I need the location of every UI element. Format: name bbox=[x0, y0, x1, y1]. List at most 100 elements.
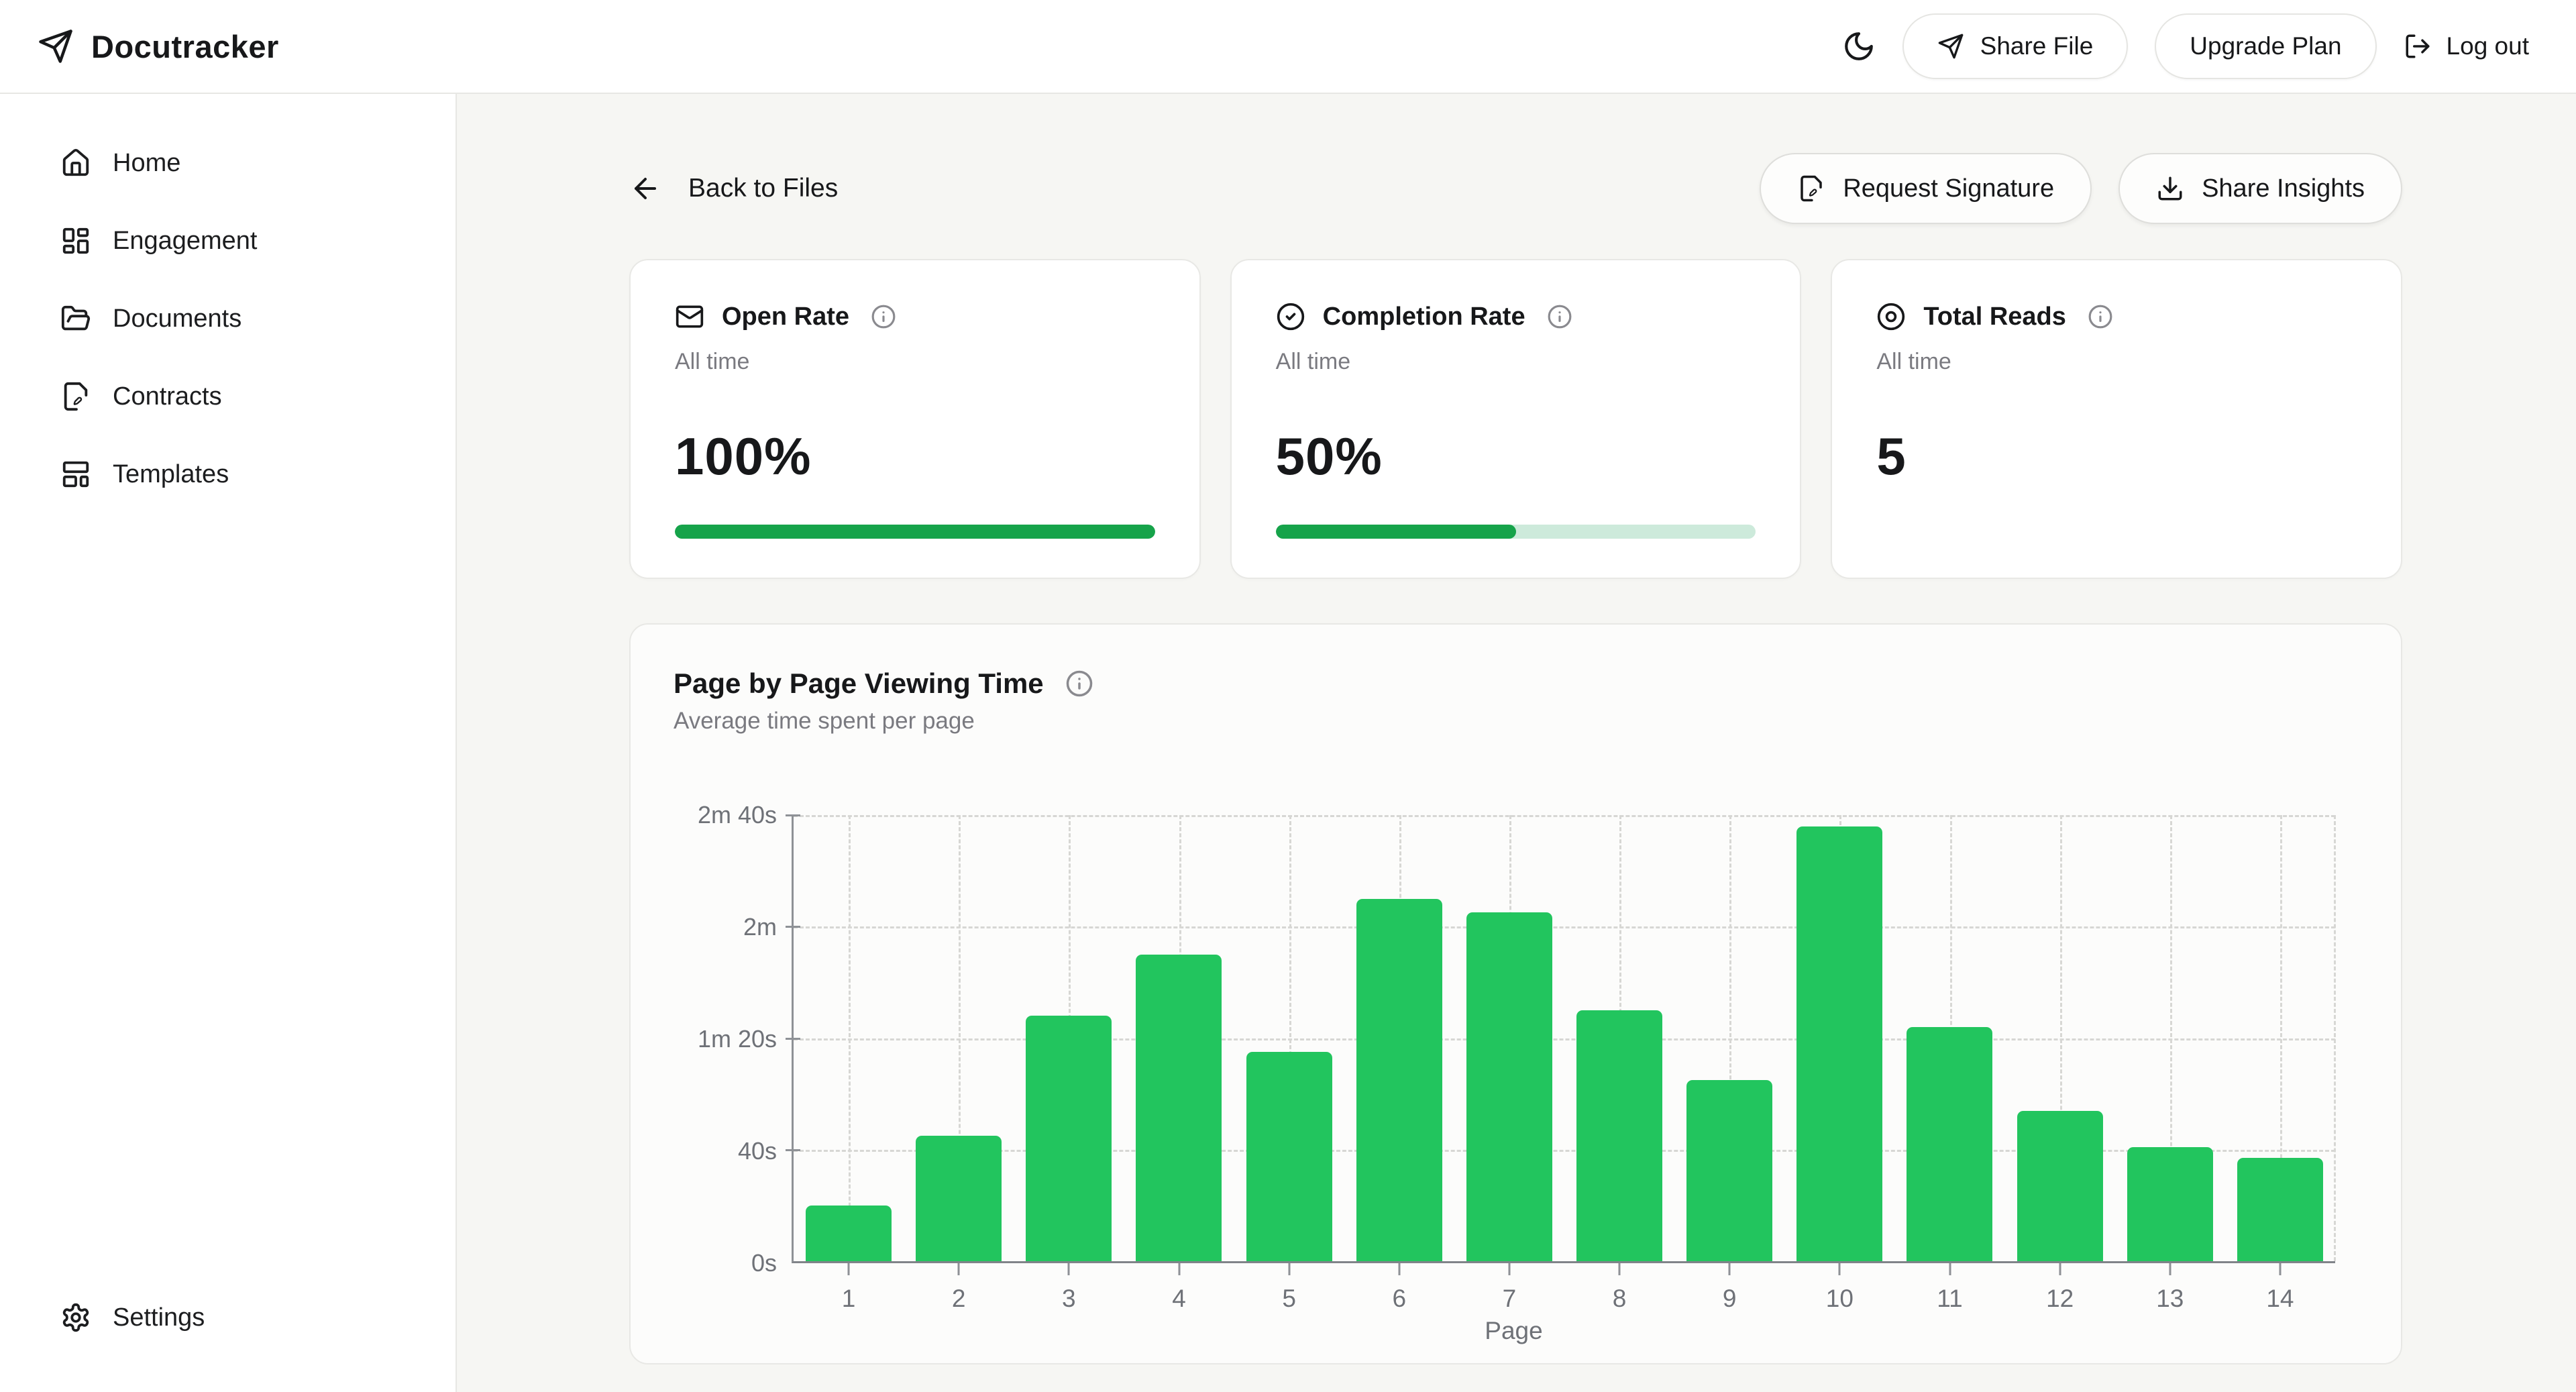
dashboard-icon bbox=[60, 225, 91, 256]
bar-page-10[interactable] bbox=[1796, 826, 1882, 1261]
sidebar-item-home[interactable]: Home bbox=[60, 148, 455, 178]
request-signature-label: Request Signature bbox=[1843, 174, 2054, 203]
x-tick-label: 1 bbox=[842, 1285, 856, 1313]
bar-page-11[interactable] bbox=[1907, 1027, 1992, 1261]
x-tick-label: 12 bbox=[2046, 1285, 2074, 1313]
share-file-button[interactable]: Share File bbox=[1902, 13, 2129, 79]
bar-slot bbox=[1564, 815, 1674, 1261]
upgrade-plan-button[interactable]: Upgrade Plan bbox=[2155, 13, 2376, 79]
sidebar-item-contracts[interactable]: Contracts bbox=[60, 381, 455, 412]
sidebar-item-settings[interactable]: Settings bbox=[60, 1302, 455, 1333]
app-logo[interactable]: Docutracker bbox=[0, 28, 457, 65]
stat-card-total-reads: Total Reads All time 5 bbox=[1831, 259, 2402, 579]
x-axis-tick bbox=[1288, 1263, 1290, 1275]
share-file-label: Share File bbox=[1980, 32, 2094, 60]
x-tick-label: 5 bbox=[1282, 1285, 1296, 1313]
home-icon bbox=[60, 148, 91, 178]
sidebar-item-label: Documents bbox=[113, 305, 241, 333]
info-icon[interactable] bbox=[1547, 304, 1572, 329]
send-icon bbox=[1937, 33, 1964, 60]
stat-period: All time bbox=[675, 349, 1155, 375]
bar-slot bbox=[1784, 815, 1894, 1261]
mail-icon bbox=[675, 302, 704, 331]
paper-plane-icon bbox=[38, 28, 74, 64]
sidebar: Home Engagement Documents Contracts Temp… bbox=[0, 94, 457, 1392]
file-pen-icon bbox=[60, 381, 91, 412]
folder-open-icon bbox=[60, 303, 91, 334]
x-axis-tick bbox=[2059, 1263, 2061, 1275]
logout-icon bbox=[2404, 32, 2432, 60]
x-axis-tick bbox=[1068, 1263, 1070, 1275]
sidebar-item-label: Engagement bbox=[113, 227, 258, 256]
bar-page-2[interactable] bbox=[916, 1136, 1002, 1261]
logout-label: Log out bbox=[2447, 32, 2529, 60]
x-axis-tick bbox=[2169, 1263, 2171, 1275]
file-pen-icon bbox=[1797, 174, 1825, 203]
x-axis-tick bbox=[1508, 1263, 1510, 1275]
bar-page-4[interactable] bbox=[1136, 955, 1222, 1261]
x-tick-label: 11 bbox=[1937, 1285, 1962, 1313]
stat-title: Completion Rate bbox=[1323, 303, 1525, 331]
sidebar-item-label: Settings bbox=[113, 1303, 205, 1332]
circle-check-icon bbox=[1276, 302, 1305, 331]
chart-bars bbox=[794, 815, 2335, 1261]
bar-page-9[interactable] bbox=[1686, 1080, 1772, 1261]
y-tick-label: 1m 20s bbox=[698, 1025, 777, 1053]
stat-card-open-rate: Open Rate All time 100% bbox=[629, 259, 1201, 579]
chart-plot-wrap: 0s40s1m 20s2m2m 40s 1234567891011121314 bbox=[674, 815, 2354, 1263]
back-to-files-link[interactable]: Back to Files bbox=[629, 172, 838, 205]
x-tick-label: 7 bbox=[1503, 1285, 1517, 1313]
x-axis-tick bbox=[2279, 1263, 2281, 1275]
x-tick-label: 10 bbox=[1826, 1285, 1854, 1313]
bar-slot bbox=[1454, 815, 1564, 1261]
bar-slot bbox=[1234, 815, 1344, 1261]
share-insights-button[interactable]: Share Insights bbox=[2118, 153, 2402, 224]
info-icon[interactable] bbox=[2088, 304, 2113, 329]
request-signature-button[interactable]: Request Signature bbox=[1760, 153, 2092, 224]
stat-title: Open Rate bbox=[722, 303, 849, 331]
bar-page-3[interactable] bbox=[1026, 1016, 1112, 1261]
chart-card: Page by Page Viewing Time Average time s… bbox=[629, 623, 2402, 1364]
bar-page-5[interactable] bbox=[1246, 1052, 1332, 1261]
x-axis-tick bbox=[1839, 1263, 1841, 1275]
bar-slot bbox=[1674, 815, 1784, 1261]
bar-page-7[interactable] bbox=[1466, 912, 1552, 1261]
stat-value: 50% bbox=[1276, 426, 1756, 487]
bar-page-6[interactable] bbox=[1356, 899, 1442, 1261]
sidebar-item-templates[interactable]: Templates bbox=[60, 459, 455, 490]
layout-template-icon bbox=[60, 459, 91, 490]
progress-fill bbox=[675, 525, 1155, 539]
x-axis-tick bbox=[1729, 1263, 1731, 1275]
sidebar-item-engagement[interactable]: Engagement bbox=[60, 225, 455, 256]
chart-y-axis-labels: 0s40s1m 20s2m2m 40s bbox=[674, 815, 792, 1263]
x-axis-tick bbox=[848, 1263, 850, 1275]
stat-value: 5 bbox=[1876, 426, 2357, 487]
x-tick-label: 3 bbox=[1062, 1285, 1076, 1313]
toolbar-row: Back to Files Request Signature Share In… bbox=[629, 153, 2402, 224]
logout-button[interactable]: Log out bbox=[2404, 32, 2529, 60]
y-tick-label: 0s bbox=[751, 1249, 777, 1277]
app-title: Docutracker bbox=[91, 28, 279, 65]
topbar-actions: Share File Upgrade Plan Log out bbox=[457, 13, 2576, 79]
target-icon bbox=[1876, 302, 1906, 331]
bar-slot bbox=[794, 815, 904, 1261]
bar-page-13[interactable] bbox=[2127, 1147, 2213, 1261]
dark-mode-toggle[interactable] bbox=[1842, 30, 1876, 63]
x-axis-tick bbox=[958, 1263, 960, 1275]
info-icon[interactable] bbox=[871, 304, 896, 329]
x-axis-tick bbox=[1619, 1263, 1621, 1275]
stats-row: Open Rate All time 100% Completion Rate bbox=[629, 259, 2402, 579]
y-tick-label: 40s bbox=[738, 1137, 777, 1165]
bar-page-14[interactable] bbox=[2237, 1158, 2323, 1261]
bar-page-1[interactable] bbox=[806, 1206, 892, 1261]
sidebar-item-documents[interactable]: Documents bbox=[60, 303, 455, 334]
info-icon[interactable] bbox=[1065, 670, 1093, 698]
stat-title: Total Reads bbox=[1923, 303, 2066, 331]
progress-bar bbox=[675, 525, 1155, 539]
bar-page-8[interactable] bbox=[1576, 1010, 1662, 1261]
bar-slot bbox=[2005, 815, 2115, 1261]
sidebar-item-label: Templates bbox=[113, 460, 229, 489]
sidebar-item-label: Home bbox=[113, 149, 180, 178]
bar-page-12[interactable] bbox=[2017, 1111, 2103, 1261]
bar-slot bbox=[904, 815, 1014, 1261]
